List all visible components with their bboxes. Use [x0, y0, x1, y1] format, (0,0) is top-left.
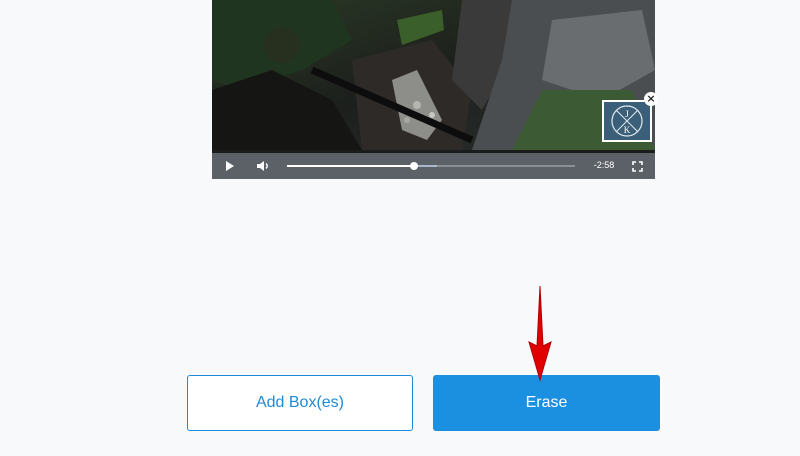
fullscreen-button[interactable]	[627, 153, 647, 179]
red-arrow-icon	[528, 285, 552, 382]
add-boxes-button[interactable]: Add Box(es)	[187, 375, 413, 431]
volume-icon	[257, 161, 268, 171]
video-frame	[212, 0, 655, 150]
progress-bar[interactable]	[287, 162, 575, 170]
play-button[interactable]	[220, 153, 240, 179]
fullscreen-icon	[631, 160, 643, 172]
close-icon[interactable]: ×	[644, 92, 658, 106]
selection-box[interactable]: J K	[602, 100, 652, 142]
logo-letter-j: J	[625, 109, 629, 119]
volume-button[interactable]	[252, 153, 274, 179]
progress-handle[interactable]	[409, 162, 418, 170]
erase-button[interactable]: Erase	[433, 375, 660, 431]
video-controls: -2:58	[212, 153, 655, 179]
jk-logo-icon: J K	[604, 102, 650, 140]
video-player[interactable]: -2:58	[212, 0, 655, 179]
logo-letter-k: K	[624, 125, 631, 135]
played-bar	[287, 165, 414, 167]
time-remaining: -2:58	[593, 160, 615, 170]
play-icon	[226, 161, 234, 171]
